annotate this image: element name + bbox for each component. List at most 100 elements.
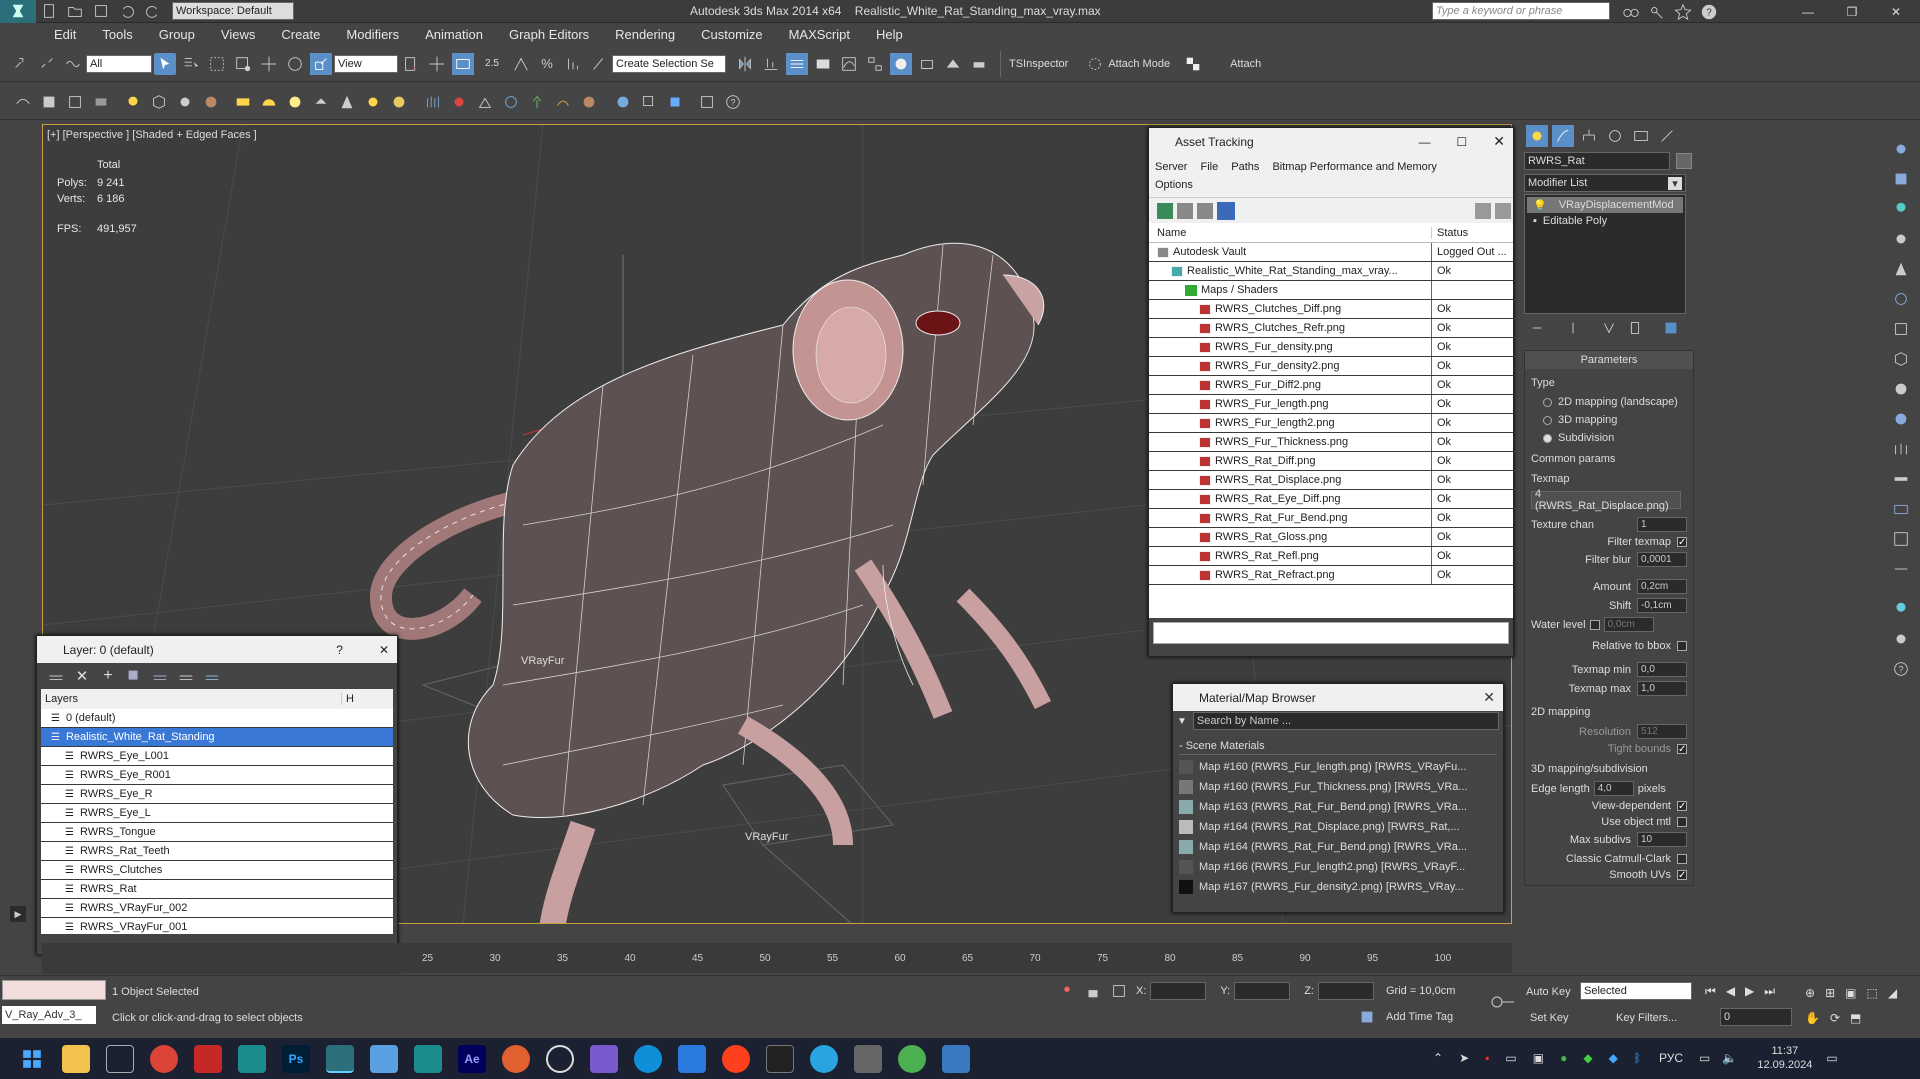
layer-manager-titlebar[interactable]: Layer: 0 (default) ? ✕ bbox=[37, 636, 397, 663]
scale-icon[interactable] bbox=[310, 52, 332, 75]
stack-item-editable-poly[interactable]: ▪ Editable Poly bbox=[1527, 213, 1683, 229]
tray-network-icon[interactable]: ◆ bbox=[1583, 1051, 1592, 1065]
display-tab-icon[interactable] bbox=[1630, 125, 1652, 147]
asset-row[interactable]: Maps / Shaders bbox=[1149, 281, 1513, 300]
vray-sphere-strip-icon[interactable] bbox=[1890, 378, 1912, 400]
attach-mode-label[interactable]: Attach Mode bbox=[1108, 58, 1170, 70]
modifier-list-dropdown[interactable]: Modifier List ▾ bbox=[1524, 174, 1686, 192]
open-file-icon[interactable] bbox=[64, 0, 86, 22]
vray-settings-icon[interactable] bbox=[64, 91, 86, 113]
vray-plant-icon[interactable] bbox=[526, 91, 548, 113]
calculator-icon[interactable] bbox=[854, 1044, 882, 1073]
menu-views[interactable]: Views bbox=[221, 27, 255, 42]
parameters-header[interactable]: Parameters bbox=[1525, 351, 1693, 369]
expand-icon[interactable]: ▪ bbox=[1533, 215, 1537, 227]
menu-bitmap-performance[interactable]: Bitmap Performance and Memory bbox=[1272, 161, 1436, 173]
highlight-layer-icon[interactable] bbox=[149, 665, 171, 687]
y-coordinate-field[interactable] bbox=[1234, 982, 1291, 1000]
app-blue-icon[interactable] bbox=[678, 1044, 706, 1073]
menu-group[interactable]: Group bbox=[159, 27, 195, 42]
auto-key-button[interactable]: Auto Key bbox=[1526, 986, 1571, 998]
app-logo-icon[interactable] bbox=[0, 0, 36, 23]
spinner-snap-icon[interactable] bbox=[562, 53, 584, 75]
motion-tab-icon[interactable] bbox=[1604, 125, 1626, 147]
texmap-min-spinner[interactable]: 0,0 bbox=[1637, 662, 1687, 677]
layer-row[interactable]: ☰ RWRS_Eye_L bbox=[41, 804, 393, 823]
3dsmax-active-icon[interactable] bbox=[326, 1044, 354, 1073]
vray-hair-icon[interactable] bbox=[552, 91, 574, 113]
tray-utorrent-icon[interactable]: ● bbox=[1560, 1051, 1567, 1065]
select-manipulate-icon[interactable] bbox=[426, 53, 448, 75]
viewport-label[interactable]: [+] [Perspective ] [Shaded + Edged Faces… bbox=[47, 129, 257, 141]
close-icon[interactable]: ✕ bbox=[379, 643, 389, 657]
key-filters-button[interactable]: Key Filters... bbox=[1616, 1012, 1677, 1024]
object-color-swatch[interactable] bbox=[1676, 153, 1692, 169]
vray-help-icon[interactable]: ? bbox=[722, 91, 744, 113]
window-crossing-icon[interactable] bbox=[232, 53, 254, 75]
vray-bulb-icon[interactable] bbox=[1890, 198, 1912, 220]
curve-editor-icon[interactable] bbox=[838, 53, 860, 75]
zoom-extents-icon[interactable]: ▣ bbox=[1845, 986, 1856, 1000]
named-selection-set-dropdown[interactable]: Create Selection Se bbox=[612, 54, 726, 73]
vray-camera-strip-icon[interactable] bbox=[1890, 498, 1912, 520]
make-unique-icon[interactable] bbox=[1598, 317, 1620, 339]
render-setup-icon[interactable] bbox=[916, 53, 938, 75]
stack-item-vray-displacement[interactable]: 💡 VRayDisplacementMod bbox=[1527, 197, 1683, 213]
windows-start-icon[interactable] bbox=[18, 1045, 46, 1073]
smooth-uvs-checkbox[interactable] bbox=[1677, 870, 1687, 880]
asset-row[interactable]: RWRS_Rat_Diff.png Ok bbox=[1149, 452, 1513, 471]
time-tag-icon[interactable] bbox=[1356, 1006, 1378, 1028]
help-strip-icon[interactable]: ? bbox=[1890, 658, 1912, 680]
radio-button[interactable] bbox=[1543, 433, 1552, 443]
expand-arrow-icon[interactable]: ▶ bbox=[10, 906, 26, 922]
star-icon[interactable] bbox=[1672, 1, 1694, 23]
texture-chan-spinner[interactable]: 1 bbox=[1637, 517, 1687, 532]
select-by-name-icon[interactable] bbox=[180, 53, 202, 75]
vray-bulb-strip-icon[interactable] bbox=[1890, 598, 1912, 620]
relative-bbox-checkbox[interactable] bbox=[1677, 641, 1687, 651]
col-name[interactable]: Name bbox=[1149, 227, 1431, 239]
vray-mesh-export-icon[interactable] bbox=[90, 91, 112, 113]
vray-material-sphere-icon[interactable] bbox=[612, 91, 634, 113]
clock[interactable]: 11:37 12.09.2024 bbox=[1757, 1044, 1812, 1072]
rect-selection-icon[interactable] bbox=[206, 53, 228, 75]
vray-displacement-icon[interactable] bbox=[448, 91, 470, 113]
close-icon[interactable]: ✕ bbox=[1874, 5, 1918, 19]
layer-row[interactable]: ☰ RWRS_VRayFur_001 bbox=[41, 918, 393, 934]
water-level-spinner[interactable]: 0,0cm bbox=[1603, 617, 1654, 632]
tray-telegram-icon[interactable]: ➤ bbox=[1459, 1051, 1469, 1065]
vray-sun-icon[interactable] bbox=[174, 91, 196, 113]
remove-modifier-icon[interactable] bbox=[1624, 317, 1646, 339]
zoom-icon[interactable]: ⊕ bbox=[1805, 986, 1815, 1000]
layer-row[interactable]: ☰ RWRS_Eye_R bbox=[41, 785, 393, 804]
vray-sphere-fade-icon[interactable] bbox=[500, 91, 522, 113]
keyboard-shortcut-icon[interactable] bbox=[452, 52, 474, 75]
rotate-icon[interactable] bbox=[284, 53, 306, 75]
layer-row[interactable]: ☰ RWRS_VRayFur_002 bbox=[41, 899, 393, 918]
asset-row[interactable]: RWRS_Rat_Gloss.png Ok bbox=[1149, 528, 1513, 547]
vray-proxy-strip-icon[interactable] bbox=[1890, 348, 1912, 370]
tray-display-icon[interactable]: ▭ bbox=[1699, 1051, 1710, 1065]
vray-layers-icon[interactable] bbox=[638, 91, 660, 113]
scene-materials-header[interactable]: - Scene Materials bbox=[1179, 737, 1497, 755]
notepad-icon[interactable] bbox=[370, 1044, 398, 1073]
tray-security-icon[interactable]: ◆ bbox=[1609, 1051, 1618, 1065]
isolate-icon[interactable] bbox=[1056, 980, 1078, 1002]
tray-drive-icon[interactable]: ▣ bbox=[1533, 1051, 1544, 1065]
menu-options[interactable]: Options bbox=[1155, 179, 1193, 191]
unlink-icon[interactable] bbox=[36, 53, 58, 75]
selection-filter-dropdown[interactable]: All bbox=[86, 54, 152, 73]
filter-blur-spinner[interactable]: 0,0001 bbox=[1637, 552, 1687, 567]
radio-button[interactable] bbox=[1543, 397, 1552, 407]
vray-object-icon[interactable] bbox=[1890, 168, 1912, 190]
binoculars-icon[interactable] bbox=[1620, 1, 1642, 23]
layer-row[interactable]: ☰ RWRS_Clutches bbox=[41, 861, 393, 880]
select-in-layer-icon[interactable] bbox=[123, 665, 145, 687]
monitor-app-icon[interactable] bbox=[942, 1044, 970, 1073]
3dsmax-2-icon[interactable] bbox=[414, 1044, 442, 1073]
key-mode-dropdown[interactable]: Selected bbox=[1580, 982, 1692, 1000]
notification-icon[interactable]: ▭ bbox=[1826, 1051, 1837, 1065]
menu-animation[interactable]: Animation bbox=[425, 27, 483, 42]
menu-maxscript[interactable]: MAXScript bbox=[789, 27, 850, 42]
asset-path-field[interactable] bbox=[1153, 622, 1509, 644]
